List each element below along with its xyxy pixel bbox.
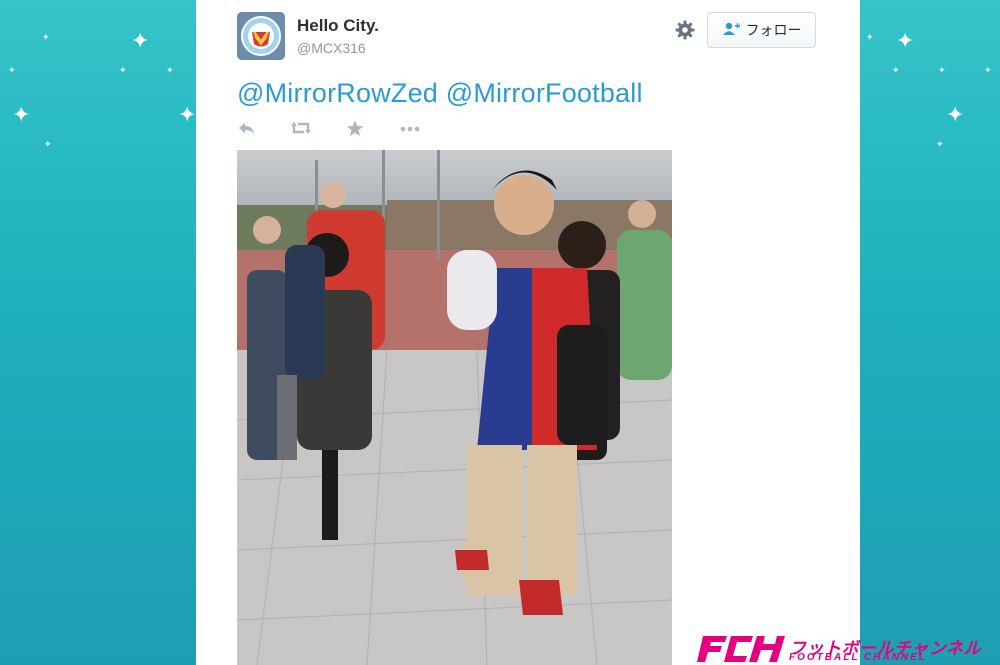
more-icon[interactable] [399, 120, 421, 138]
football-channel-logo: フットボールチャンネル FOOTBALL CHANNEL [697, 632, 1000, 665]
sparkle-icon: ✦ [936, 139, 944, 149]
sparkle-icon: ✦ [44, 139, 52, 149]
logo-english-text: FOOTBALL CHANNEL [789, 652, 927, 663]
sparkle-icon: ✦ [166, 65, 174, 75]
sparkle-icon: ✦ [8, 65, 16, 75]
sparkle-icon: ✦ [896, 28, 915, 53]
retweet-icon[interactable] [290, 120, 312, 138]
sparkle-icon: ✦ [892, 65, 900, 75]
follow-button[interactable]: フォロー [707, 12, 816, 48]
display-name[interactable]: Hello City. [297, 16, 379, 36]
sparkle-icon: ✦ [946, 102, 965, 127]
tweet-photo[interactable] [237, 150, 672, 665]
sparkle-icon: ✦ [866, 32, 874, 42]
sparkle-icon: ✦ [984, 65, 992, 75]
add-user-icon [722, 22, 740, 39]
follow-label: フォロー [745, 22, 802, 38]
tweet-card: Hello City. @MCX316 フォロー @MirrorRowZed @… [196, 0, 860, 665]
sparkle-icon: ✦ [938, 65, 946, 75]
fch-logo-mark [697, 636, 785, 662]
sparkle-icon: ✦ [131, 28, 150, 53]
reply-icon[interactable] [237, 120, 259, 138]
sparkle-icon: ✦ [12, 102, 31, 127]
sparkle-icon: ✦ [178, 102, 197, 127]
sparkle-icon: ✦ [42, 32, 50, 42]
star-icon[interactable] [346, 120, 368, 138]
user-handle[interactable]: @MCX316 [297, 40, 366, 56]
tweet-text[interactable]: @MirrorRowZed @MirrorFootball [237, 78, 643, 109]
sparkle-icon: ✦ [119, 65, 127, 75]
avatar[interactable] [237, 12, 285, 60]
right-background-panel: ✦ ✦ ✦ ✦ ✦ ✦ ✦ [860, 0, 1000, 665]
left-background-panel: ✦ ✦ ✦ ✦ ✦ ✦ ✦ ✦ [0, 0, 196, 665]
gear-icon[interactable] [674, 19, 696, 41]
